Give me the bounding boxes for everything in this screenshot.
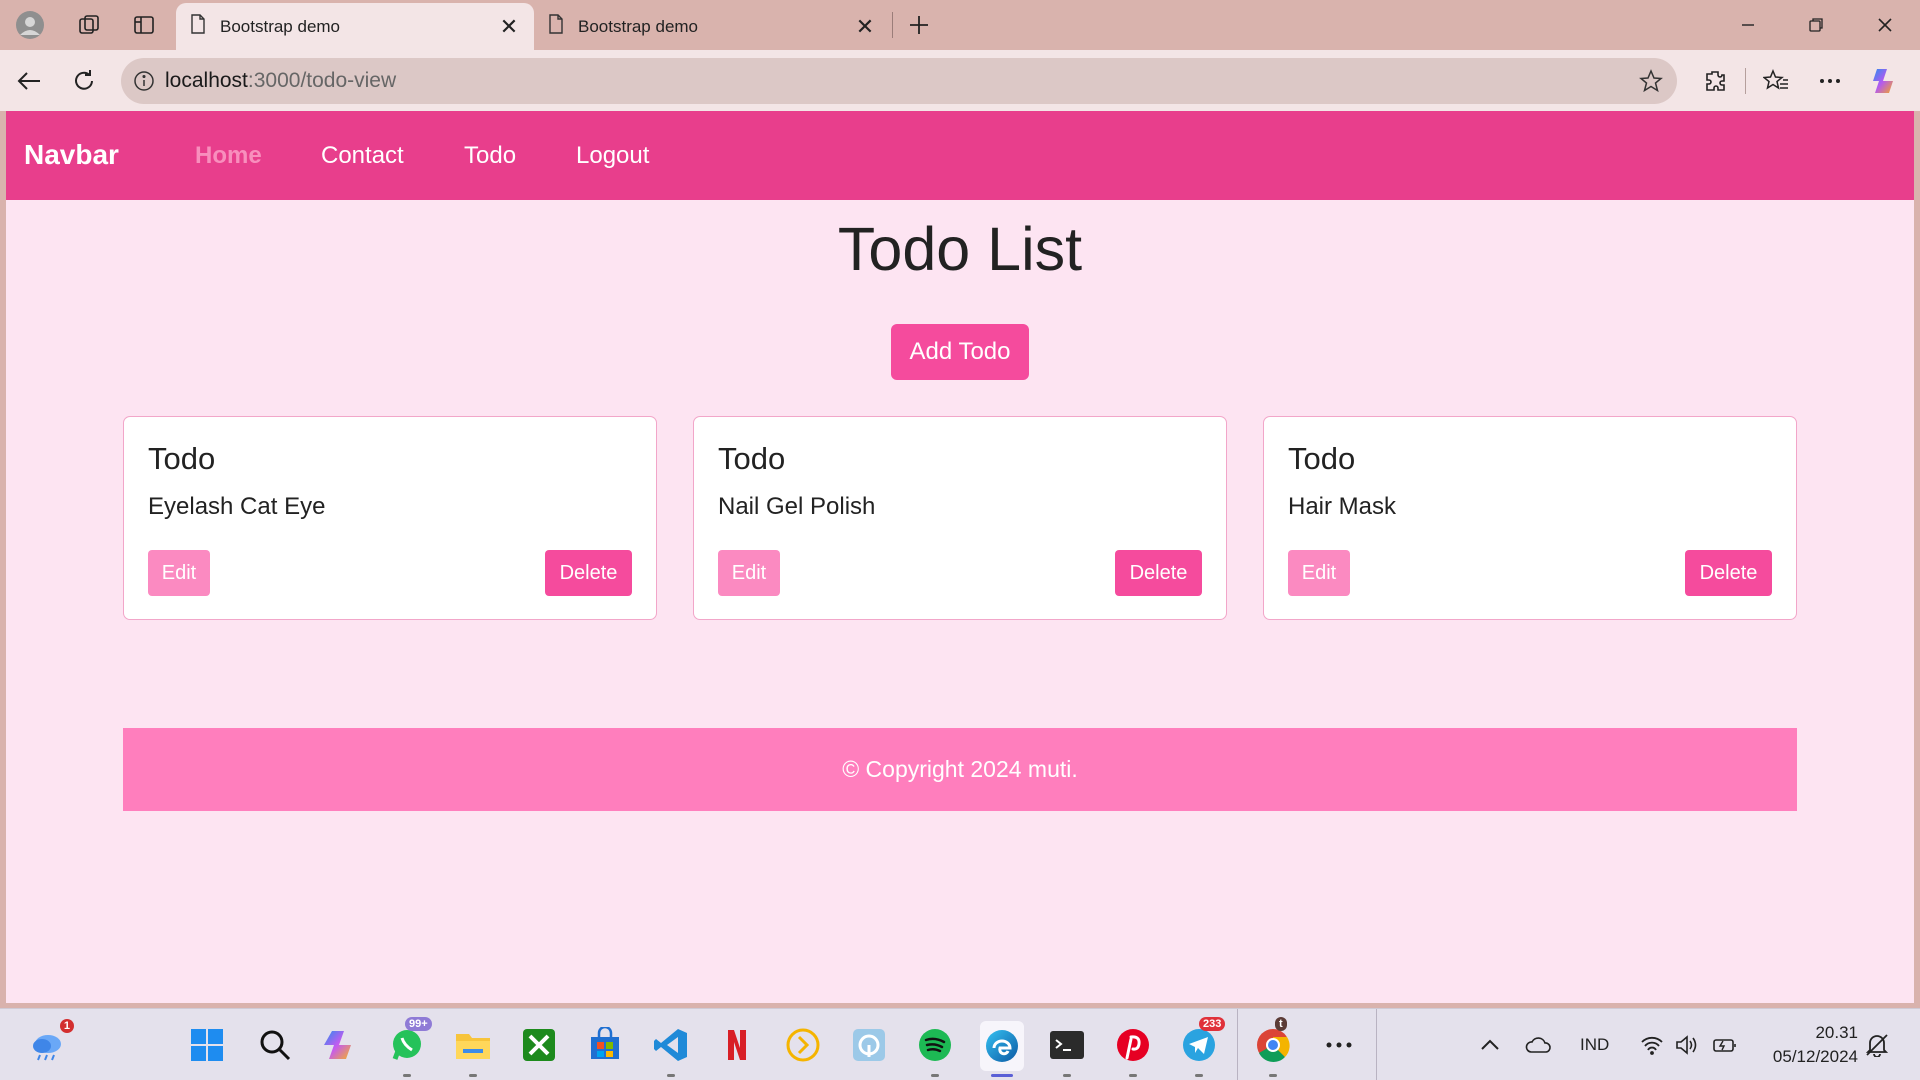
- navbar-brand[interactable]: Navbar: [24, 139, 119, 171]
- card-text: Hair Mask: [1288, 493, 1397, 520]
- weather-badge: 1: [59, 1019, 74, 1033]
- url-text[interactable]: localhost:3000/todo-view: [165, 69, 396, 93]
- site-info-icon[interactable]: [133, 70, 155, 92]
- xbox-icon[interactable]: [519, 1025, 559, 1065]
- favorites-icon[interactable]: [1759, 64, 1793, 98]
- restore-icon[interactable]: [1793, 8, 1839, 42]
- terminal-icon[interactable]: [1047, 1025, 1087, 1077]
- card-title: Todo: [718, 441, 786, 476]
- tab-bootstrap-demo-1[interactable]: Bootstrap demo ✕: [176, 3, 534, 50]
- tab-bootstrap-demo-2[interactable]: Bootstrap demo ✕: [534, 3, 890, 50]
- back-arrow-icon[interactable]: [12, 64, 46, 98]
- active-indicator: [991, 1074, 1013, 1077]
- card-title: Todo: [1288, 441, 1356, 476]
- close-icon[interactable]: ✕: [854, 14, 876, 40]
- running-indicator: [1195, 1074, 1203, 1077]
- weather-icon[interactable]: 1: [28, 1019, 74, 1065]
- battery-icon[interactable]: [1712, 1009, 1738, 1080]
- nav-link-logout[interactable]: Logout: [576, 142, 649, 170]
- browser-tab-bar: Bootstrap demo ✕ Bootstrap demo ✕: [0, 0, 1920, 50]
- nav-link-home[interactable]: Home: [195, 142, 262, 170]
- toolbar-divider: [1745, 68, 1746, 94]
- address-toolbar: localhost:3000/todo-view: [0, 50, 1920, 111]
- tab-title: Bootstrap demo: [578, 16, 699, 36]
- clock-date: 05/12/2024: [1772, 1047, 1858, 1066]
- vscode-icon[interactable]: [651, 1025, 691, 1077]
- tab-title: Bootstrap demo: [220, 16, 341, 36]
- edge-icon[interactable]: [980, 1021, 1024, 1077]
- new-tab-icon[interactable]: [903, 9, 935, 41]
- edit-button[interactable]: Edit: [1288, 550, 1350, 596]
- more-options-icon[interactable]: [1813, 64, 1847, 98]
- file-explorer-icon[interactable]: [453, 1025, 493, 1077]
- refresh-icon[interactable]: [67, 64, 101, 98]
- close-icon[interactable]: ✕: [498, 14, 520, 40]
- copilot-icon[interactable]: [1868, 64, 1902, 98]
- whatsapp-badge: 99+: [405, 1017, 432, 1031]
- microsoft-store-icon[interactable]: [585, 1025, 625, 1065]
- favorite-star-icon[interactable]: [1639, 69, 1663, 93]
- whatsapp-icon[interactable]: 99+: [387, 1017, 432, 1077]
- nav-link-contact[interactable]: Contact: [321, 142, 404, 170]
- running-indicator: [931, 1074, 939, 1077]
- vertical-tabs-icon[interactable]: [128, 9, 160, 41]
- card-text: Eyelash Cat Eye: [148, 493, 326, 520]
- edit-button[interactable]: Edit: [148, 550, 210, 596]
- clock-time: 20.31: [1815, 1023, 1858, 1042]
- card-text: Nail Gel Polish: [718, 493, 876, 520]
- add-todo-button[interactable]: Add Todo: [891, 324, 1029, 380]
- windows-taskbar: 1 99+ 233 t IND 20.31 05/12/2024: [0, 1008, 1920, 1080]
- system-clock[interactable]: 20.31 05/12/2024: [1773, 1021, 1858, 1069]
- pinterest-icon[interactable]: [1113, 1025, 1153, 1077]
- web-page: Navbar Home Contact Todo Logout Todo Lis…: [6, 111, 1914, 1003]
- running-indicator: [1269, 1074, 1277, 1077]
- media-player-icon[interactable]: [783, 1025, 823, 1065]
- delete-button[interactable]: Delete: [1685, 550, 1772, 596]
- url-bar[interactable]: localhost:3000/todo-view: [121, 58, 1677, 104]
- nav-link-todo[interactable]: Todo: [464, 142, 516, 170]
- overflow-more-icon[interactable]: [1319, 1025, 1359, 1065]
- todo-card: Todo Hair Mask Edit Delete: [1263, 416, 1797, 620]
- running-indicator: [1063, 1074, 1071, 1077]
- delete-button[interactable]: Delete: [1115, 550, 1202, 596]
- taskbar-divider: [1376, 1009, 1377, 1080]
- notification-bell-icon[interactable]: [1866, 1009, 1888, 1080]
- running-indicator: [1129, 1074, 1137, 1077]
- language-indicator[interactable]: IND: [1580, 1009, 1609, 1080]
- site-navbar: Navbar Home Contact Todo Logout: [6, 111, 1914, 200]
- tab-divider: [892, 12, 893, 38]
- workspaces-icon[interactable]: [73, 9, 105, 41]
- search-icon[interactable]: [255, 1025, 295, 1065]
- todo-card: Todo Eyelash Cat Eye Edit Delete: [123, 416, 657, 620]
- close-window-icon[interactable]: [1862, 8, 1908, 42]
- card-title: Todo: [148, 441, 216, 476]
- copilot-app-icon[interactable]: [320, 1025, 360, 1065]
- netflix-icon[interactable]: [717, 1025, 757, 1065]
- edit-button[interactable]: Edit: [718, 550, 780, 596]
- telegram-icon[interactable]: 233: [1179, 1017, 1226, 1077]
- start-icon[interactable]: [187, 1025, 227, 1065]
- running-indicator: [469, 1074, 477, 1077]
- running-indicator: [667, 1074, 675, 1077]
- page-icon: [190, 14, 206, 39]
- chrome-icon[interactable]: t: [1253, 1017, 1293, 1077]
- page-title: Todo List: [837, 215, 1083, 283]
- site-footer: © Copyright 2024 muti.: [123, 728, 1797, 811]
- taskbar-divider: [1237, 1009, 1238, 1080]
- extensions-icon[interactable]: [1698, 64, 1732, 98]
- spotify-icon[interactable]: [915, 1025, 955, 1077]
- chrome-badge: t: [1275, 1017, 1287, 1031]
- wifi-icon[interactable]: [1640, 1009, 1664, 1080]
- onedrive-cloud-icon[interactable]: [1525, 1009, 1553, 1080]
- telegram-badge: 233: [1199, 1017, 1226, 1031]
- show-hidden-icons-icon[interactable]: [1480, 1009, 1500, 1080]
- minimize-icon[interactable]: [1725, 8, 1771, 42]
- todo-card: Todo Nail Gel Polish Edit Delete: [693, 416, 1227, 620]
- remote-app-icon[interactable]: [849, 1025, 889, 1065]
- running-indicator: [403, 1074, 411, 1077]
- profile-icon[interactable]: [14, 9, 46, 41]
- delete-button[interactable]: Delete: [545, 550, 632, 596]
- volume-icon[interactable]: [1675, 1009, 1699, 1080]
- page-icon: [548, 14, 564, 39]
